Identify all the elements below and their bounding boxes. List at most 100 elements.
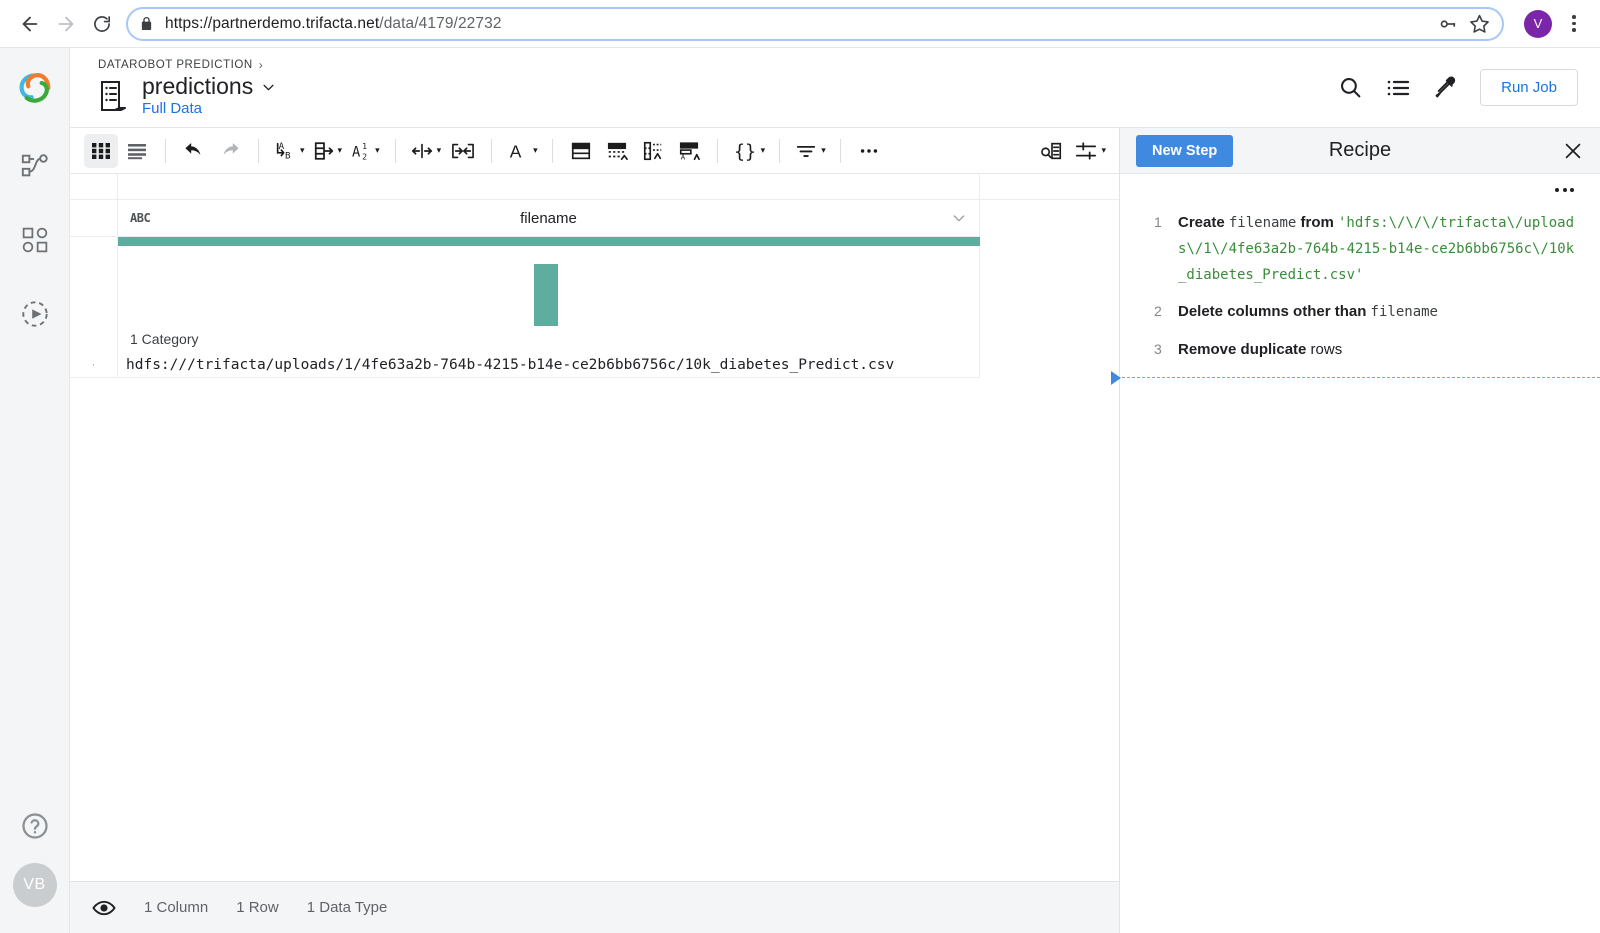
chevron-down-icon: ▾ [436,145,442,155]
column-name-label: filename [520,209,577,227]
recipe-step-verb: Delete columns other than [1178,303,1367,321]
chevron-down-icon: ▾ [1101,145,1106,155]
column-browser-icon[interactable] [1385,75,1411,101]
format-button[interactable]: A ▾ [503,134,541,168]
recipe-step-target: filename [1370,304,1438,321]
svg-text:{}: {} [734,141,756,162]
recipe-step[interactable]: 1 Create filename from 'hdfs:\/\/\/trifa… [1120,204,1600,293]
new-step-button[interactable]: New Step [1136,134,1234,167]
split-button[interactable]: ▾ [407,134,445,168]
undo-button[interactable] [177,134,211,168]
sidebar-item-library[interactable] [12,217,58,263]
lock-icon [140,16,153,31]
chevron-down-icon: ▾ [375,145,380,155]
row-marker: · [70,352,117,378]
nest-button[interactable]: {} ▾ [729,134,769,168]
recipe-step-text: Delete columns other than filename [1178,299,1438,325]
column-quality-bar[interactable] [118,237,980,246]
more-transforms-button[interactable] [852,134,886,168]
recipe-step[interactable]: 3 Remove duplicate rows [1120,331,1600,369]
transform-toolbar: A B ▾ ▾ A 1 2 ▾ ▾ A ▾ A {} ▾ ▾ ▾ [70,128,1119,174]
recipe-options-button[interactable] [1120,174,1600,192]
recipe-insert-cursor[interactable] [1111,370,1600,385]
browser-back-button[interactable] [12,6,48,42]
browser-forward-button[interactable] [48,6,84,42]
recipe-step-number: 1 [1154,214,1162,230]
recipe-step-verb: Create [1178,214,1225,231]
toolbar-divider [551,138,553,163]
cell-filename[interactable]: hdfs:///trifacta/uploads/1/4fe63a2b-764b… [118,352,980,378]
eyedropper-icon[interactable] [1433,75,1458,100]
extract-button[interactable]: ▾ [310,134,346,168]
cursor-triangle-icon [1111,370,1121,385]
sidebar-item-flows[interactable] [12,143,58,189]
profile-initial: V [1533,16,1543,31]
toolbar-divider [716,138,718,163]
list-view-button[interactable] [120,134,154,168]
filter-button[interactable]: ▾ [791,134,829,168]
avatar-initials: VB [23,876,46,893]
star-icon[interactable] [1469,13,1490,34]
svg-text:A: A [510,141,522,161]
chevron-down-icon: ▾ [337,145,343,155]
recipe-step[interactable]: 2 Delete columns other than filename [1120,293,1600,331]
workspace: A B ▾ ▾ A 1 2 ▾ ▾ A ▾ A {} ▾ ▾ ▾ · ABC f… [70,128,1600,933]
chevron-down-icon: ▾ [533,145,538,155]
toolbar-divider [258,138,259,163]
column-histogram[interactable] [118,246,980,326]
page-title: predictions [142,72,254,99]
cursor-dashed-line [1122,377,1600,379]
dataset-icon [98,80,128,112]
sort-rows-button[interactable]: A [672,134,706,168]
column-header-filename[interactable]: ABC filename [118,200,980,237]
key-icon[interactable] [1437,14,1459,34]
recipe-panel: New Step Recipe 1 Create filename from '… [1111,128,1600,933]
status-row-count: 1 Row [236,899,279,916]
status-column-count: 1 Column [144,899,209,916]
recipe-step-target: filename [1228,215,1297,231]
close-icon[interactable] [1562,140,1584,162]
chevron-down-icon: ▾ [821,145,826,155]
eye-icon[interactable] [92,899,116,917]
display-settings-button[interactable]: ▾ [1071,134,1109,168]
help-circle-icon[interactable] [20,811,50,841]
run-job-button[interactable]: Run Job [1480,69,1578,106]
toolbar-divider [491,138,493,163]
grid-strip-cell [118,174,980,199]
breadcrumb[interactable]: DATAROBOT PREDICTION › [98,58,276,72]
user-avatar[interactable]: VB [12,863,57,907]
pivot-button[interactable] [564,134,598,168]
count-button[interactable]: A 1 2 ▾ [347,134,384,168]
address-bar[interactable]: https://partnerdemo.trifacta.net/data/41… [126,6,1504,41]
recipe-step-text: Create filename from 'hdfs:\/\/\/trifact… [1178,210,1578,287]
browser-reload-button[interactable] [84,6,120,42]
merge-brackets-button[interactable] [446,134,480,168]
breadcrumb-separator: › [258,57,264,72]
grid-top-strip [70,174,1119,200]
svg-text:A: A [680,152,685,161]
svg-text:A: A [352,144,361,160]
histogram-bar[interactable] [534,264,558,326]
url-text: https://partnerdemo.trifacta.net/data/41… [165,14,502,32]
dataset-sample-label[interactable]: Full Data [142,100,276,117]
grid-pane: A B ▾ ▾ A 1 2 ▾ ▾ A ▾ A {} ▾ ▾ ▾ · ABC f… [70,128,1120,933]
chevron-down-icon[interactable] [261,80,276,95]
replace-button[interactable]: A B ▾ [270,134,308,168]
transpose-button[interactable] [636,134,670,168]
sidebar-item-jobs[interactable] [12,291,58,337]
redo-button[interactable] [213,134,247,168]
toolbar-divider [165,138,166,163]
table-row[interactable]: hdfs:///trifacta/uploads/1/4fe63a2b-764b… [118,352,980,378]
browser-menu-button[interactable] [1560,15,1588,32]
search-icon[interactable] [1338,75,1363,100]
left-nav-rail: VB [0,48,70,933]
column-filename: ABC filename 1 Category hdfs:///trifacta… [118,200,980,378]
magnify-column-button[interactable] [1035,134,1069,168]
trifacta-logo[interactable] [15,68,55,113]
unpivot-button[interactable] [600,134,634,168]
browser-profile-avatar[interactable]: V [1524,9,1552,38]
svg-text:2: 2 [362,151,367,161]
grid-view-button[interactable] [84,133,118,168]
category-count-label: 1 Category [118,326,980,352]
grid-empty-area [980,200,1119,378]
